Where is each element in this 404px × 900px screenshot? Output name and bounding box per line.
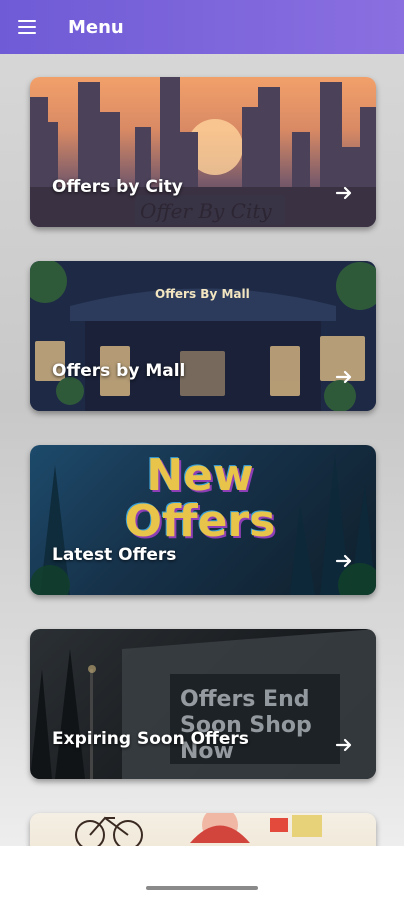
- card-label: Expiring Soon Offers: [52, 729, 249, 749]
- card-expiring-soon-offers[interactable]: Offers End Soon Shop Now Expiring Soon O…: [30, 629, 376, 779]
- card-label: Offers by Mall: [52, 361, 186, 381]
- image-caption: Offers By Mall: [155, 287, 250, 301]
- card-latest-offers[interactable]: New Offers Latest Offers: [30, 445, 376, 595]
- arrow-right-icon: [335, 738, 352, 752]
- gesture-handle[interactable]: [146, 886, 258, 890]
- image-caption: Offers End Soon Shop Now: [180, 687, 312, 764]
- page-title: Menu: [68, 16, 124, 38]
- menu-button[interactable]: [13, 13, 41, 41]
- card-offers-by-mall[interactable]: Offers By Mall Offers by Mall: [30, 261, 376, 411]
- image-caption: Offer By City: [140, 199, 272, 223]
- card-label: Offers by City: [52, 177, 183, 197]
- hamburger-icon: [18, 20, 36, 34]
- arrow-right-icon: [335, 554, 352, 568]
- bicycle-and-people-image: [75, 813, 322, 846]
- card-offers-by-city[interactable]: Offer By City Offers by City: [30, 77, 376, 227]
- mall-image: [30, 261, 376, 411]
- arrow-right-icon: [335, 370, 352, 384]
- system-navigation-bar: [0, 846, 404, 900]
- app-bar: Menu: [0, 0, 404, 54]
- arrow-right-icon: [335, 186, 352, 200]
- card-partial[interactable]: [30, 813, 376, 846]
- image-caption: New Offers: [124, 450, 276, 547]
- card-label: Latest Offers: [52, 545, 177, 565]
- menu-list: Offer By City Offers by City Offers By M…: [0, 54, 404, 846]
